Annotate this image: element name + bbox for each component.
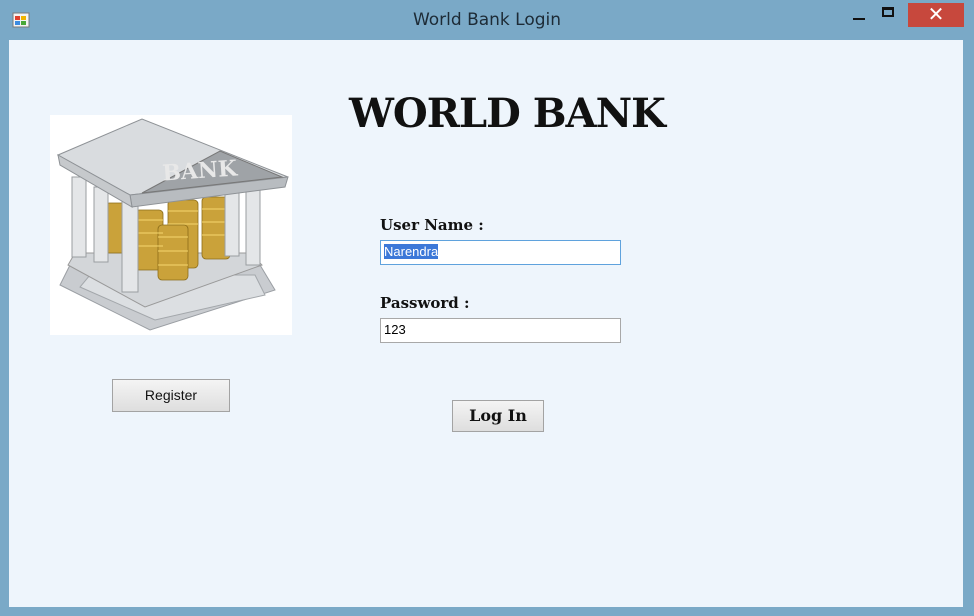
password-label: Password : xyxy=(380,294,470,312)
bank-logo-image: BANK xyxy=(50,115,292,335)
page-title: WORLD BANK xyxy=(349,90,666,137)
close-icon: ✕ xyxy=(927,2,945,26)
minimize-button[interactable] xyxy=(845,3,873,27)
password-value: 123 xyxy=(384,322,406,337)
password-field[interactable]: 123 xyxy=(380,318,621,343)
login-button[interactable]: Log In xyxy=(452,400,544,432)
maximize-button[interactable] xyxy=(874,3,904,27)
bank-sign-text: BANK xyxy=(161,155,238,186)
title-bar[interactable]: World Bank Login ✕ xyxy=(0,0,974,40)
window-title: World Bank Login xyxy=(412,10,562,30)
close-button[interactable]: ✕ xyxy=(908,3,964,27)
username-field[interactable]: Narendra xyxy=(380,240,621,265)
username-value: Narendra xyxy=(384,244,439,259)
register-button[interactable]: Register xyxy=(112,379,230,412)
login-window: World Bank Login ✕ BANK WORLD BANK User … xyxy=(0,0,974,616)
username-label: User Name : xyxy=(380,216,484,234)
minimize-icon xyxy=(853,18,865,20)
bank-building-icon: BANK xyxy=(56,118,289,331)
maximize-icon xyxy=(882,7,894,17)
form-client-area: BANK WORLD BANK User Name : Narendra Pas… xyxy=(9,40,963,607)
